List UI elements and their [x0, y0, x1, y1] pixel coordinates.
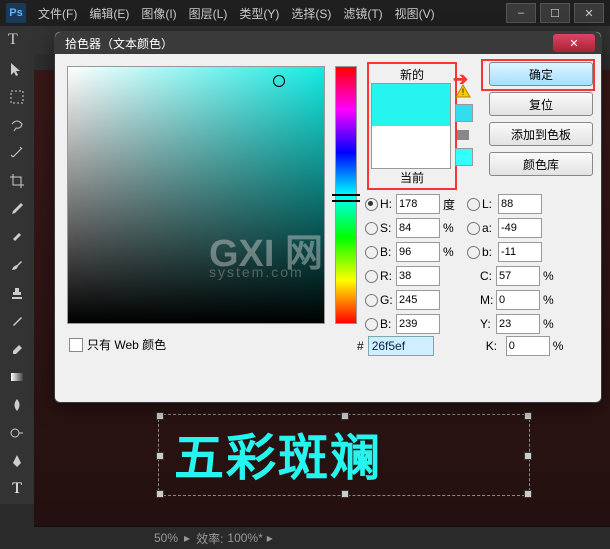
menu-select[interactable]: 选择(S) [291, 5, 331, 22]
move-tool-icon[interactable] [6, 58, 28, 80]
crop-tool-icon[interactable] [6, 170, 28, 192]
web-only-label: 只有 Web 颜色 [87, 336, 166, 353]
color-picker-dialog: 拾色器（文本颜色） ✕ 新的 当前 ! ➔ 确定 复位 添加到色板 颜色库 [54, 31, 602, 403]
input-k[interactable] [506, 336, 550, 356]
type-tool-icon[interactable]: T [6, 478, 28, 500]
radio-h[interactable] [365, 198, 378, 211]
status-efficiency-value: 100%* [227, 531, 262, 545]
sv-picker-indicator[interactable] [273, 75, 285, 87]
menu-file[interactable]: 文件(F) [38, 5, 77, 22]
saturation-value-field[interactable] [67, 66, 325, 324]
input-m[interactable] [496, 290, 540, 310]
transform-handle[interactable] [341, 412, 349, 420]
marquee-tool-icon[interactable] [6, 86, 28, 108]
brush-tool-icon[interactable] [6, 254, 28, 276]
lasso-tool-icon[interactable] [6, 114, 28, 136]
options-tool-indicator: T [8, 31, 18, 49]
gradient-tool-icon[interactable] [6, 366, 28, 388]
transform-handle[interactable] [524, 412, 532, 420]
input-hex[interactable] [368, 336, 434, 356]
menu-layer[interactable]: 图层(L) [189, 5, 228, 22]
radio-b-rgb[interactable] [365, 318, 378, 331]
cancel-button[interactable]: 复位 [489, 92, 593, 116]
new-current-swatch: 新的 当前 [367, 62, 457, 190]
menu-image[interactable]: 图像(I) [141, 5, 176, 22]
input-h[interactable] [396, 194, 440, 214]
radio-a[interactable] [467, 222, 480, 235]
hue-slider[interactable] [335, 66, 357, 324]
input-g[interactable] [396, 290, 440, 310]
web-only-checkbox[interactable] [69, 338, 83, 352]
ps-logo: Ps [6, 3, 26, 23]
window-minimize-button[interactable]: – [506, 3, 536, 23]
websafe-warning-swatch[interactable] [455, 148, 473, 166]
transform-bounding-box[interactable] [158, 414, 530, 496]
eyedropper-tool-icon[interactable] [6, 198, 28, 220]
new-color-swatch[interactable] [371, 83, 451, 126]
stamp-tool-icon[interactable] [6, 282, 28, 304]
status-bar: 50% ▸ 效率: 100%* ▸ [34, 526, 610, 549]
current-color-swatch[interactable] [371, 126, 451, 169]
ok-button[interactable]: 确定 [489, 62, 593, 86]
transform-handle[interactable] [524, 452, 532, 460]
input-c[interactable] [496, 266, 540, 286]
menubar: Ps 文件(F) 编辑(E) 图像(I) 图层(L) 类型(Y) 选择(S) 滤… [0, 0, 610, 26]
heal-tool-icon[interactable] [6, 226, 28, 248]
dialog-title-text: 拾色器（文本颜色） [65, 35, 173, 52]
annotation-arrow: ➔ [453, 69, 468, 90]
transform-handle[interactable] [156, 452, 164, 460]
radio-r[interactable] [365, 270, 378, 283]
radio-l[interactable] [467, 198, 480, 211]
eraser-tool-icon[interactable] [6, 338, 28, 360]
input-l[interactable] [498, 194, 542, 214]
menu-filter[interactable]: 滤镜(T) [343, 5, 382, 22]
blur-tool-icon[interactable] [6, 394, 28, 416]
wand-tool-icon[interactable] [6, 142, 28, 164]
websafe-warning-icon[interactable] [455, 128, 471, 142]
radio-g[interactable] [365, 294, 378, 307]
window-maximize-button[interactable]: ☐ [540, 3, 570, 23]
transform-handle[interactable] [524, 490, 532, 498]
input-a[interactable] [498, 218, 542, 238]
hex-prefix-label: # [357, 339, 364, 353]
new-color-label: 新的 [371, 66, 453, 83]
transform-handle[interactable] [341, 490, 349, 498]
menu-edit[interactable]: 编辑(E) [89, 5, 129, 22]
input-s[interactable] [396, 218, 440, 238]
radio-lab-b[interactable] [467, 246, 480, 259]
dialog-close-button[interactable]: ✕ [553, 34, 595, 52]
transform-handle[interactable] [156, 490, 164, 498]
history-brush-icon[interactable] [6, 310, 28, 332]
dodge-tool-icon[interactable] [6, 422, 28, 444]
current-color-label: 当前 [371, 169, 453, 186]
menu-type[interactable]: 类型(Y) [239, 5, 279, 22]
transform-handle[interactable] [156, 412, 164, 420]
status-efficiency-label: 效率: [196, 530, 223, 547]
input-lab-b[interactable] [498, 242, 542, 262]
pen-tool-icon[interactable] [6, 450, 28, 472]
input-r[interactable] [396, 266, 440, 286]
radio-b[interactable] [365, 246, 378, 259]
input-b-hsb[interactable] [396, 242, 440, 262]
color-value-inputs: H: 度 L: S: % a: B: % b: R: C: % [365, 192, 585, 336]
hue-slider-thumb[interactable] [332, 194, 360, 202]
radio-s[interactable] [365, 222, 378, 235]
gamut-warning-swatch[interactable] [455, 104, 473, 122]
dialog-titlebar[interactable]: 拾色器（文本颜色） ✕ [55, 32, 601, 54]
input-y[interactable] [496, 314, 540, 334]
add-swatch-button[interactable]: 添加到色板 [489, 122, 593, 146]
status-zoom[interactable]: 50% [154, 531, 178, 545]
menu-view[interactable]: 视图(V) [395, 5, 435, 22]
input-b-rgb[interactable] [396, 314, 440, 334]
tool-palette: T [0, 54, 34, 504]
color-libraries-button[interactable]: 颜色库 [489, 152, 593, 176]
window-close-button[interactable]: ✕ [574, 3, 604, 23]
